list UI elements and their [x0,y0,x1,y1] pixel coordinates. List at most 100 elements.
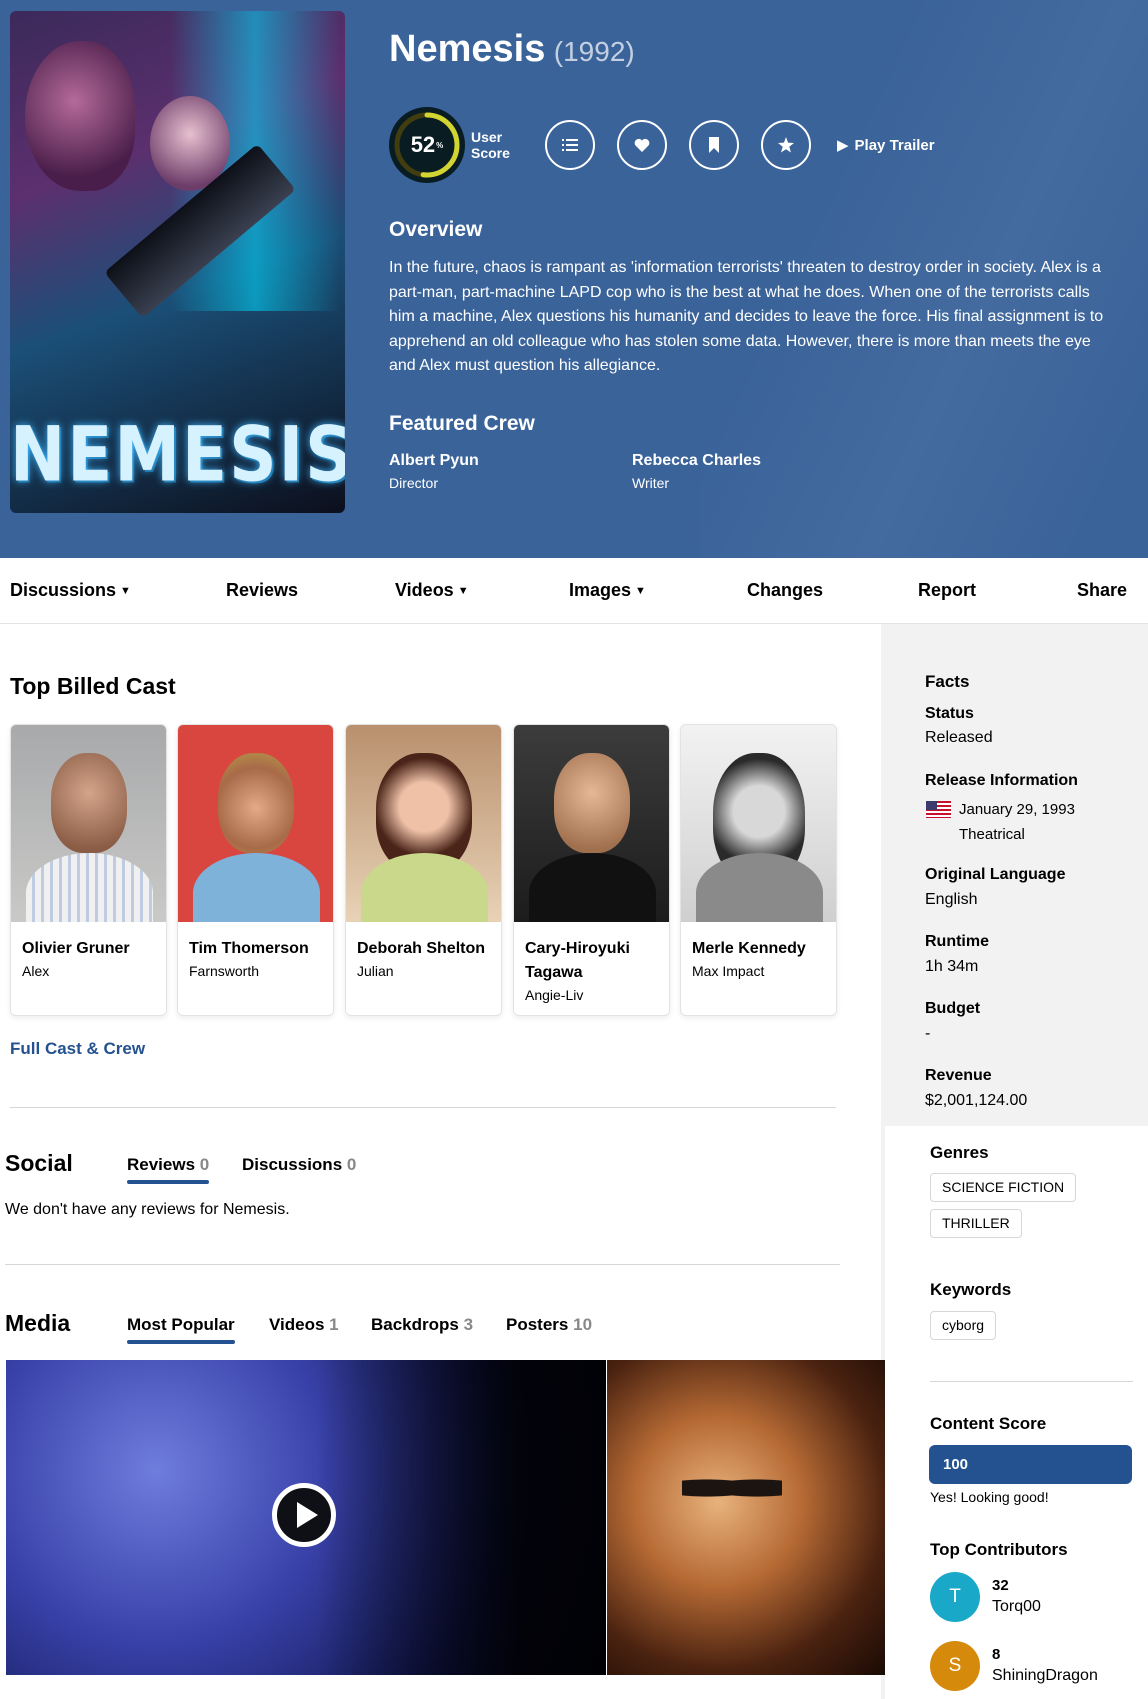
tab-videos[interactable]: Videos 1 [269,1315,339,1335]
runtime-value: 1h 34m [925,958,979,975]
facts-heading: Facts [925,672,970,691]
social-heading: Social [5,1150,73,1176]
watchlist-button[interactable] [689,120,739,170]
star-icon [778,137,794,153]
heart-icon [634,138,650,152]
crew-member: Albert Pyun Director [389,452,479,491]
cast-name[interactable]: Cary-Hiroyuki Tagawa [525,937,659,985]
keyword-chip[interactable]: cyborg [930,1311,997,1340]
play-video-icon[interactable] [272,1483,336,1547]
cast-name[interactable]: Merle Kennedy [692,937,826,961]
crew-name[interactable]: Albert Pyun [389,452,479,470]
overview-heading: Overview [389,218,483,241]
budget-label: Budget [925,1000,981,1017]
avatar[interactable]: S [930,1641,980,1691]
avatar[interactable]: T [930,1572,980,1622]
cast-card[interactable]: Cary-Hiroyuki Tagawa Angie-Liv [513,724,670,1016]
budget-value: - [925,1025,931,1042]
language-value: English [925,891,978,908]
user-score-label: User Score [471,129,510,161]
cast-character: Max Impact [692,963,765,979]
cast-character: Julian [357,963,394,979]
genre-chip[interactable]: THRILLER [930,1209,1022,1238]
movie-poster[interactable]: NEMESIS [10,11,345,513]
revenue-label: Revenue [925,1067,992,1084]
cast-card[interactable]: Deborah Shelton Julian [345,724,502,1016]
score-percent: 52% [410,132,444,157]
favorite-button[interactable] [617,120,667,170]
full-cast-crew-link[interactable]: Full Cast & Crew [10,1039,145,1059]
nav-report[interactable]: Report [918,580,976,601]
list-icon [562,139,578,151]
movie-year: (1992) [553,36,635,67]
genres-heading: Genres [930,1143,989,1162]
content-score-bar: 100 [929,1445,1132,1484]
sidebar-divider [930,1381,1133,1382]
contributor-name[interactable]: Torq00 [992,1598,1041,1616]
play-trailer-button[interactable]: ▶ Play Trailer [837,136,935,155]
section-divider [5,1264,840,1265]
poster-logo: NEMESIS [10,410,345,499]
cast-card[interactable]: Tim Thomerson Farnsworth [177,724,334,1016]
video-shadow [316,1360,606,1675]
backdrop-thumbnail[interactable] [607,1360,885,1675]
cast-card[interactable]: Olivier Gruner Alex [10,724,167,1016]
caret-down-icon: ▼ [457,585,469,597]
nav-reviews[interactable]: Reviews [226,580,298,601]
add-to-list-button[interactable] [545,120,595,170]
actions-row: 52% User Score ▶ Play Trailer [389,107,935,183]
runtime-label: Runtime [925,933,989,950]
cast-character: Farnsworth [189,963,260,979]
nav-share[interactable]: Share [1077,580,1127,601]
genre-chip[interactable]: SCIENCE FICTION [930,1173,1077,1202]
sunglasses-shape [682,1475,782,1501]
release-label: Release Information [925,772,1078,789]
media-heading: Media [5,1310,71,1336]
rate-button[interactable] [761,120,811,170]
featured-crew-heading: Featured Crew [389,412,535,435]
caret-down-icon: ▼ [120,585,131,597]
tab-backdrops[interactable]: Backdrops 3 [371,1315,473,1335]
tab-most-popular[interactable]: Most Popular [127,1315,235,1344]
revenue-value: $2,001,124.00 [925,1092,1028,1109]
cast-photo[interactable] [514,725,669,922]
cast-photo[interactable] [178,725,333,922]
cast-name[interactable]: Tim Thomerson [189,937,323,961]
crew-name[interactable]: Rebecca Charles [632,452,761,470]
nav-videos[interactable]: Videos ▼ [395,580,469,601]
play-icon: ▶ [837,137,849,154]
caret-down-icon: ▼ [635,585,646,597]
cast-name[interactable]: Deborah Shelton [357,937,491,961]
cast-card[interactable]: Merle Kennedy Max Impact [680,724,837,1016]
no-reviews-text: We don't have any reviews for Nemesis. [5,1201,290,1218]
content-score-note: Yes! Looking good! [930,1489,1049,1505]
video-thumbnail[interactable] [6,1360,606,1675]
movie-header: NEMESIS Nemesis (1992) 52% User Score ▶ … [0,0,1148,558]
movie-title[interactable]: Nemesis [389,28,545,70]
nav-changes[interactable]: Changes [747,580,823,601]
bookmark-icon [709,137,719,153]
user-score-chart[interactable]: 52% [389,107,465,183]
release-date: January 29, 1993 [959,801,1075,818]
tab-discussions[interactable]: Discussions 0 [242,1155,356,1175]
crew-role: Director [389,475,439,491]
cast-character: Angie-Liv [525,987,584,1003]
cast-photo[interactable] [11,725,166,922]
status-label: Status [925,705,974,722]
tab-posters[interactable]: Posters 10 [506,1315,592,1335]
cast-photo[interactable] [346,725,501,922]
secondary-nav: Discussions ▼ Reviews Videos ▼ Images ▼ Cha… [0,558,1148,624]
contributor-name[interactable]: ShiningDragon [992,1667,1098,1685]
section-divider [10,1107,836,1108]
tab-reviews[interactable]: Reviews 0 [127,1155,210,1184]
play-trailer-label: Play Trailer [854,136,935,154]
keywords-heading: Keywords [930,1280,1012,1299]
cast-photo[interactable] [681,725,836,922]
title-row: Nemesis (1992) [389,28,635,71]
top-contributors-heading: Top Contributors [930,1540,1068,1559]
nav-images[interactable]: Images ▼ [569,580,646,601]
nav-discussions[interactable]: Discussions ▼ [10,580,131,601]
cast-name[interactable]: Olivier Gruner [22,937,156,961]
contributor-count: 8 [992,1646,1001,1663]
language-label: Original Language [925,866,1066,883]
